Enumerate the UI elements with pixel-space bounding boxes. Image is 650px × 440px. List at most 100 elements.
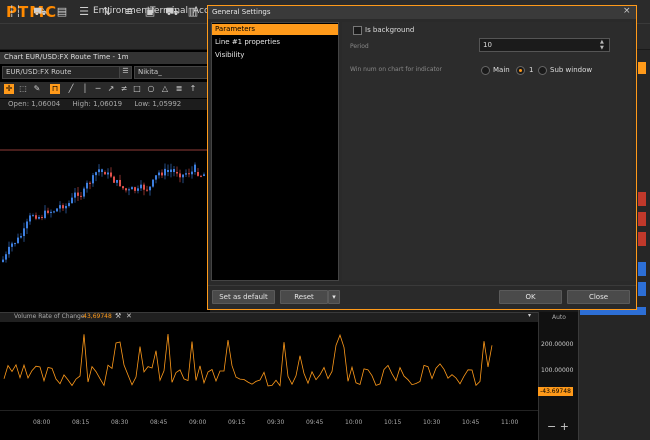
close-indicator-icon[interactable]: ✕ — [126, 312, 132, 320]
candle-body — [80, 195, 82, 197]
close-icon[interactable]: × — [623, 6, 631, 16]
channel-icon[interactable]: ≠ — [119, 84, 129, 94]
indicator-line-chart — [3, 333, 493, 387]
line-icon[interactable]: ╱ — [66, 84, 76, 94]
pencil-icon[interactable]: ✎ — [32, 84, 42, 94]
candle-body — [32, 215, 34, 217]
vertical-line-icon[interactable]: │ — [80, 84, 90, 94]
sell-button[interactable] — [638, 192, 646, 206]
symbol-list-icon[interactable]: ☰ — [119, 66, 132, 79]
horizontal-line-icon[interactable]: ─ — [93, 84, 103, 94]
candle-body — [149, 186, 151, 191]
time-label: 10:30 — [423, 419, 441, 426]
radio-main[interactable] — [481, 66, 490, 75]
book-icon[interactable]: ▥ — [186, 5, 200, 19]
magnet-icon[interactable]: ⊓ — [50, 84, 60, 94]
candle-body — [104, 172, 106, 175]
low-value: Low: 1,05992 — [134, 100, 182, 108]
time-label: 11:00 — [501, 419, 519, 426]
candle-body — [155, 175, 157, 180]
wrench-icon[interactable]: ⚒ — [115, 312, 121, 320]
candle-body — [5, 254, 7, 260]
candle-body — [95, 172, 97, 176]
sell-button[interactable] — [638, 232, 646, 246]
close-button[interactable]: Close — [567, 290, 630, 304]
chart-icon[interactable]: ┆┆ — [8, 5, 22, 19]
buy-button[interactable] — [638, 282, 646, 296]
candle-body — [140, 184, 142, 189]
list-item-line-properties[interactable]: Line #1 properties — [212, 37, 338, 48]
ok-button[interactable]: OK — [499, 290, 562, 304]
period-label: Period — [350, 43, 369, 50]
time-label: 09:30 — [267, 419, 285, 426]
sell-button[interactable] — [638, 212, 646, 226]
list-item-visibility[interactable]: Visibility — [212, 50, 338, 61]
basket-icon[interactable]: ⛟ — [165, 5, 179, 19]
candle-body — [134, 187, 136, 191]
briefcase-icon[interactable]: ▣ — [143, 5, 157, 19]
dialog-title: General Settings — [208, 6, 636, 19]
candle-body — [41, 216, 43, 218]
candle-body — [89, 182, 91, 184]
reset-dropdown-icon[interactable]: ▾ — [328, 290, 340, 304]
fibonacci-icon[interactable]: ≣ — [174, 84, 184, 94]
candle-body — [56, 208, 58, 212]
candle-body — [182, 174, 184, 178]
account-selector[interactable]: Nikita_ — [134, 66, 210, 79]
candle-body — [158, 172, 160, 176]
radio-window-1[interactable] — [516, 66, 525, 75]
indicator-value: -43,69748 — [81, 313, 112, 320]
buy-button[interactable] — [638, 262, 646, 276]
candle-body — [194, 164, 196, 172]
is-background-checkbox[interactable] — [353, 26, 362, 35]
transfer-icon[interactable]: ⇅ — [100, 5, 114, 19]
candle-body — [176, 172, 178, 174]
candle-body — [38, 216, 40, 219]
crosshair-icon[interactable]: ✛ — [4, 84, 14, 94]
time-label: 10:15 — [384, 419, 402, 426]
price-label: 200.00000 — [541, 341, 574, 348]
candle-body — [191, 171, 193, 175]
ellipse-icon[interactable]: ○ — [146, 84, 156, 94]
triangle-icon[interactable]: △ — [160, 84, 170, 94]
select-icon[interactable]: ⬚ — [18, 84, 28, 94]
candle-body — [20, 236, 22, 238]
time-label: 08:00 — [33, 419, 51, 426]
reset-button[interactable]: Reset — [280, 290, 328, 304]
radio-window-1-label: 1 — [529, 66, 534, 74]
set-as-default-button[interactable]: Set as default — [212, 290, 275, 304]
zoom-control-icon[interactable]: − + — [547, 420, 569, 433]
candle-body — [119, 179, 121, 187]
candlestick-chart[interactable] — [0, 112, 210, 310]
candle-body — [116, 179, 118, 183]
candle-body — [179, 173, 181, 178]
spinner-icon[interactable]: ▲ ▼ — [600, 39, 604, 51]
candle-body — [8, 246, 10, 255]
candle-body — [83, 188, 85, 197]
candle-body — [152, 179, 154, 187]
sort-icon[interactable]: ≡ — [122, 5, 136, 19]
candle-body — [143, 184, 145, 190]
period-input[interactable]: 10 — [479, 38, 610, 52]
collapse-icon[interactable]: ▾ — [528, 312, 531, 319]
auto-scale-label[interactable]: Auto — [552, 314, 566, 321]
candle-body — [11, 243, 13, 247]
cart-icon[interactable]: ⛟ — [33, 5, 47, 19]
candle-body — [62, 205, 64, 209]
candle-body — [74, 192, 76, 198]
arrow-icon[interactable]: ↑ — [188, 84, 198, 94]
price-label: 100.00000 — [541, 367, 574, 374]
radio-sub-window[interactable] — [538, 66, 547, 75]
candle-body — [44, 210, 46, 218]
ray-icon[interactable]: ↗ — [106, 84, 116, 94]
list-item-parameters[interactable]: Parameters — [212, 24, 338, 35]
candle-body — [23, 228, 25, 237]
document-icon[interactable]: ▤ — [55, 5, 69, 19]
candle-body — [68, 203, 70, 206]
candle-body — [92, 175, 94, 184]
accent-tab[interactable] — [638, 62, 646, 74]
rectangle-icon[interactable]: □ — [132, 84, 142, 94]
symbol-selector[interactable]: EUR/USD:FX Route — [2, 66, 132, 79]
open-value: Open: 1,06004 — [8, 100, 61, 108]
list-icon[interactable]: ☰ — [77, 5, 91, 19]
